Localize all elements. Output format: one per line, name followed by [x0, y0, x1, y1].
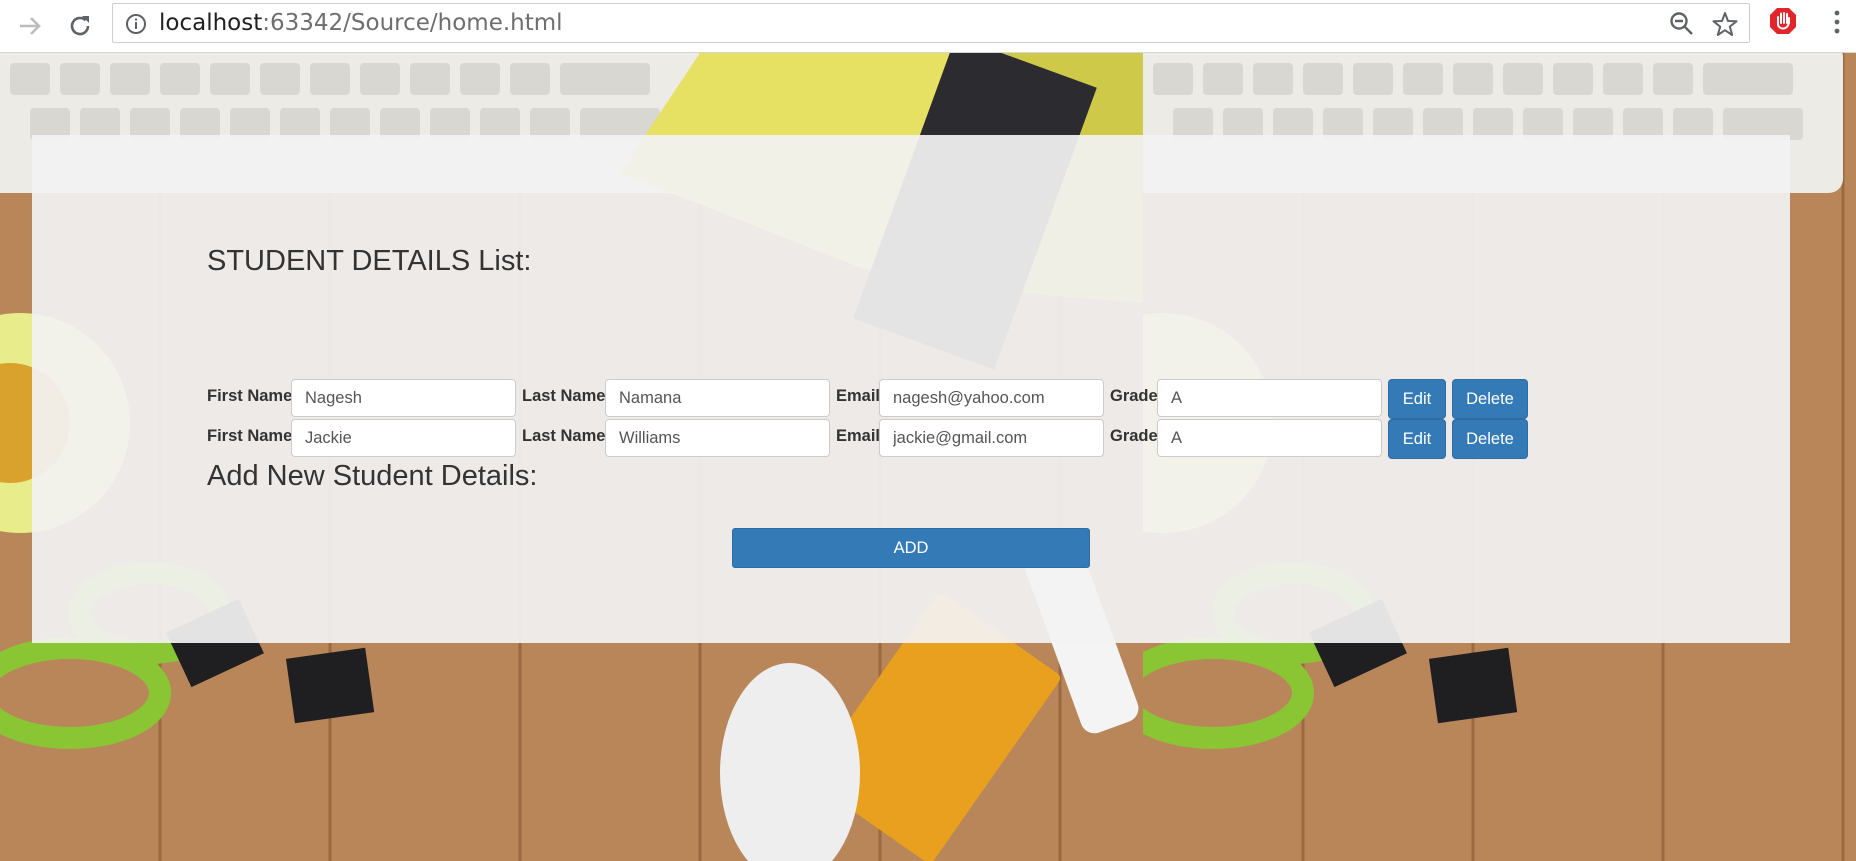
address-bar[interactable]: localhost:63342/Source/home.html: [112, 3, 1750, 43]
email-label: Email: [836, 427, 881, 445]
email-input[interactable]: [879, 379, 1104, 417]
zoom-out-icon[interactable]: [1669, 11, 1695, 37]
first-name-label: First Name: [207, 427, 293, 445]
email-label: Email: [836, 387, 881, 405]
add-student-heading: Add New Student Details:: [207, 460, 538, 492]
grade-label: Grade: [1110, 427, 1158, 445]
student-list-heading: STUDENT DETAILS List:: [207, 245, 532, 277]
grade-label: Grade: [1110, 387, 1158, 405]
url-text[interactable]: localhost:63342/Source/home.html: [159, 4, 563, 42]
reload-icon: [70, 16, 90, 36]
last-name-input[interactable]: [605, 419, 830, 457]
url-host: localhost: [159, 10, 263, 36]
email-input[interactable]: [879, 419, 1104, 457]
grade-input[interactable]: [1157, 379, 1382, 417]
browser-toolbar: localhost:63342/Source/home.html: [0, 0, 1856, 53]
browser-menu-icon[interactable]: [1832, 8, 1842, 36]
add-button[interactable]: ADD: [732, 528, 1090, 568]
page-body: STUDENT DETAILS List: First Name Last Na…: [0, 53, 1856, 861]
last-name-input[interactable]: [605, 379, 830, 417]
extension-stop-icon[interactable]: [1768, 6, 1798, 36]
student-panel: STUDENT DETAILS List: First Name Last Na…: [32, 135, 1790, 643]
forward-button[interactable]: [12, 8, 48, 44]
last-name-label: Last Name: [522, 387, 606, 405]
grade-input[interactable]: [1157, 419, 1382, 457]
last-name-label: Last Name: [522, 427, 606, 445]
first-name-input[interactable]: [291, 379, 516, 417]
edit-button[interactable]: Edit: [1388, 419, 1446, 459]
first-name-label: First Name: [207, 387, 293, 405]
edit-button[interactable]: Edit: [1388, 379, 1446, 419]
forward-arrow-icon: [20, 17, 41, 35]
first-name-input[interactable]: [291, 419, 516, 457]
reload-button[interactable]: [62, 8, 98, 44]
info-icon[interactable]: [125, 13, 147, 35]
delete-button[interactable]: Delete: [1452, 419, 1528, 459]
url-path: :63342/Source/home.html: [262, 10, 563, 36]
bookmark-star-icon[interactable]: [1711, 10, 1739, 38]
delete-button[interactable]: Delete: [1452, 379, 1528, 419]
